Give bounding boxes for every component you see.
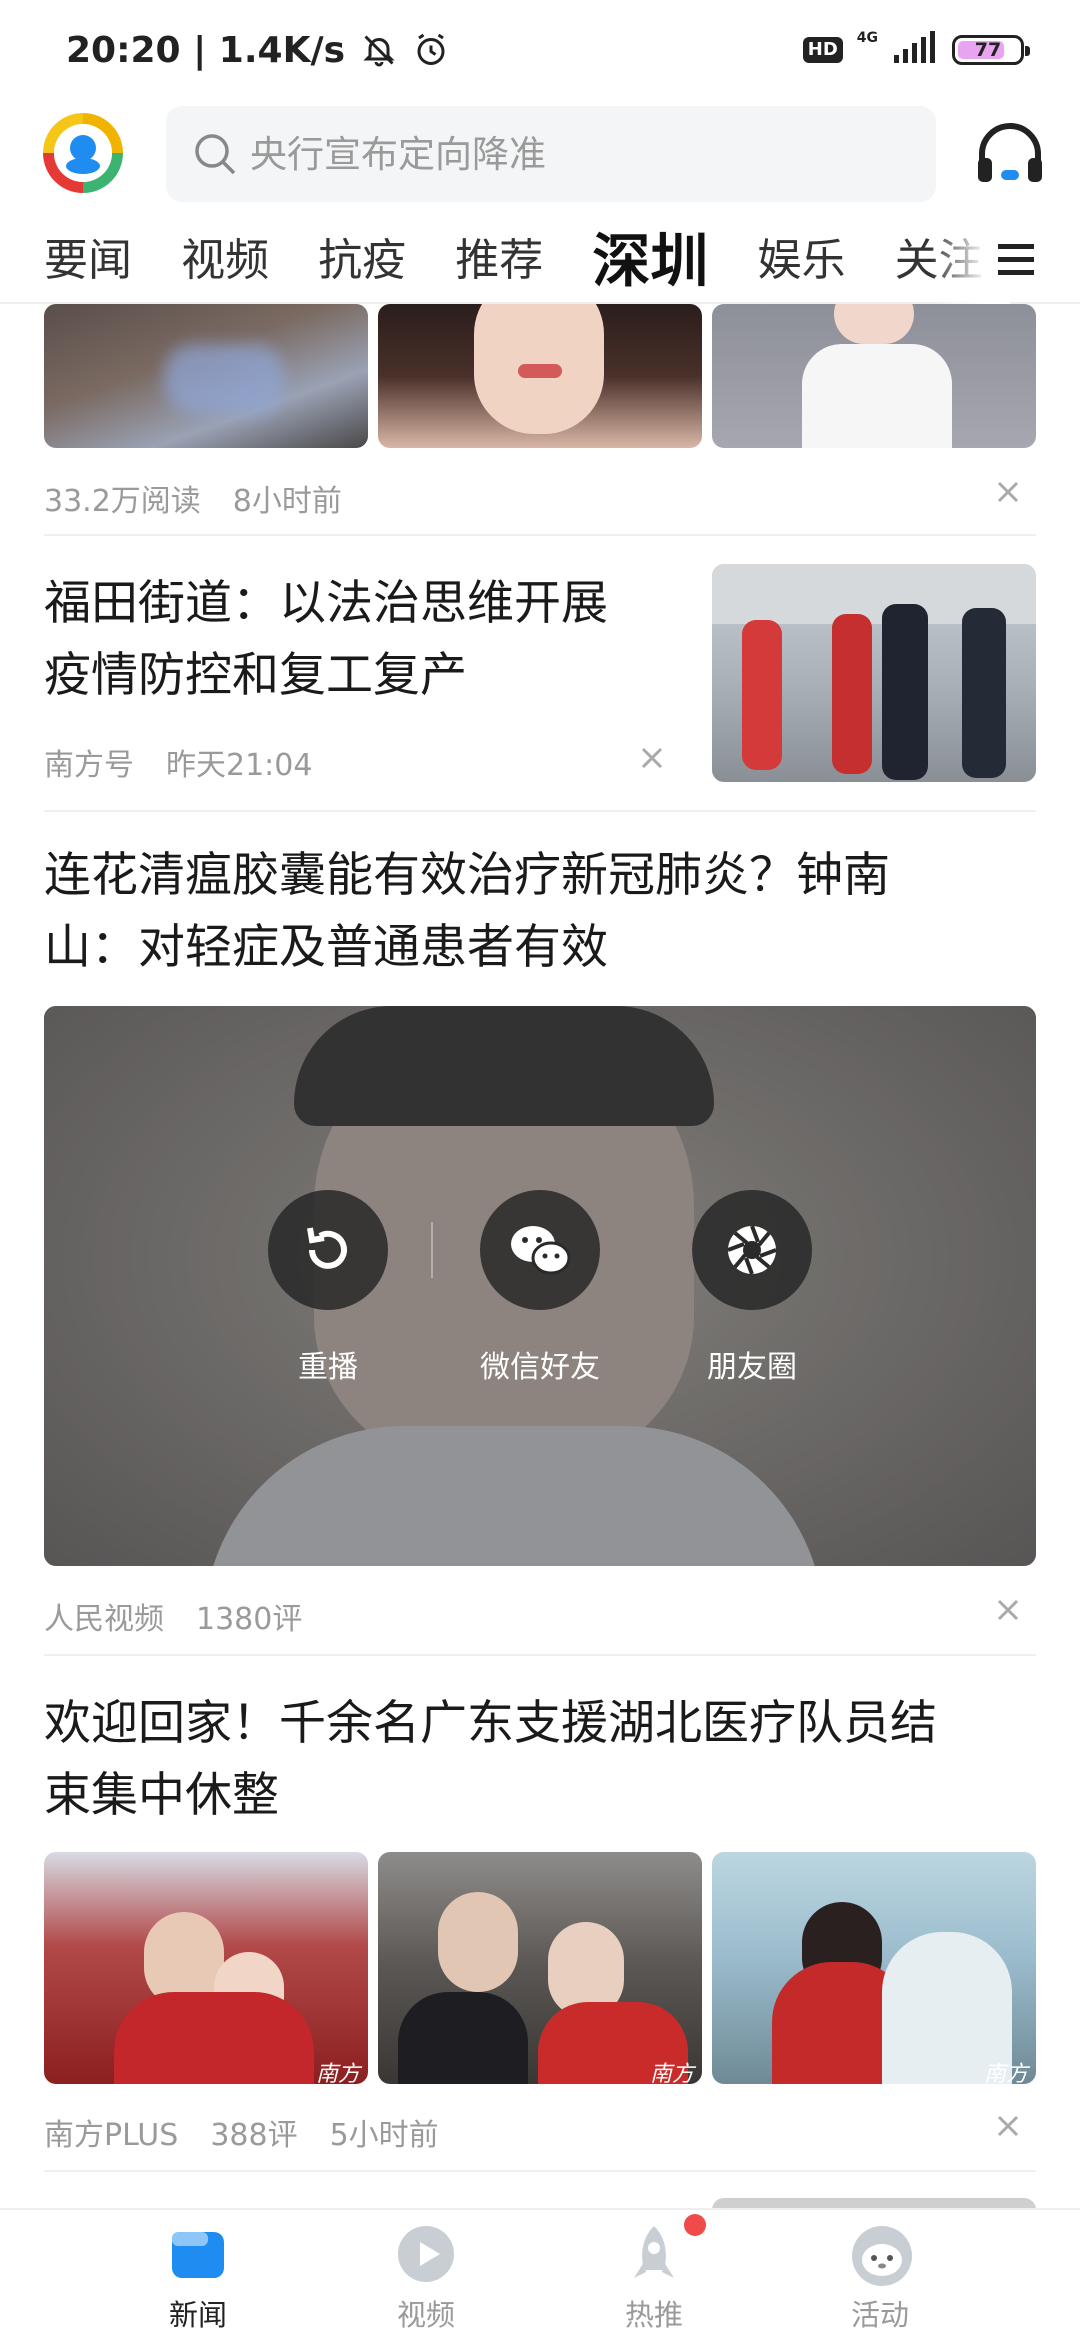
bottom-navigation: 新闻 视频 热推 活动 xyxy=(0,2208,1080,2340)
headphone-icon[interactable] xyxy=(974,118,1046,190)
alarm-icon xyxy=(413,32,449,68)
item1-image-1[interactable] xyxy=(44,304,368,448)
item4-time: 5小时前 xyxy=(329,2118,439,2153)
nav-activity-label: 活动 xyxy=(850,2298,909,2332)
moments-label: 朋友圈 xyxy=(707,1350,797,1385)
nav-hot[interactable]: 热推 xyxy=(574,2210,734,2340)
divider xyxy=(44,810,1036,812)
item2-title-line2: 疫情防控和复工复产 xyxy=(44,648,467,703)
item1-image-3[interactable] xyxy=(712,304,1036,448)
item4-image-2-watermark: 南方+ xyxy=(650,2062,695,2084)
nav-video-label: 视频 xyxy=(396,2298,455,2332)
share-separator xyxy=(431,1222,433,1278)
divider xyxy=(44,1654,1036,1656)
tab-strip: 要闻 视频 抗疫 推荐 深圳 娱乐 关注 xyxy=(44,218,994,304)
nav-video[interactable]: 视频 xyxy=(346,2210,506,2340)
item4-meta: 南方PLUS 388评 5小时前 xyxy=(44,2110,471,2154)
tab-antiepidemic[interactable]: 抗疫 xyxy=(318,218,406,304)
battery-icon: 77 xyxy=(952,35,1030,65)
item1-reads: 33.2万阅读 xyxy=(44,484,201,519)
nav-news-label: 新闻 xyxy=(168,2298,227,2332)
hot-badge-dot xyxy=(684,2214,706,2236)
search-input[interactable] xyxy=(250,132,910,176)
news-feed: 33.2万阅读 8小时前 福田街道：以法治思维开展 疫情防控和复工复产 南方号 昨天… xyxy=(0,304,1080,2208)
time-and-speed: 20:20 | 1.4K/s xyxy=(66,29,346,71)
item3-dismiss-icon[interactable] xyxy=(994,1596,1022,1624)
item4-source: 南方PLUS xyxy=(44,2118,179,2153)
item3-comments: 1380评 xyxy=(196,1602,303,1637)
item1-time: 8小时前 xyxy=(232,484,342,519)
item4-image-1[interactable]: 南方+ xyxy=(44,1852,368,2084)
tab-yaowen[interactable]: 要闻 xyxy=(44,218,132,304)
status-bar: 20:20 | 1.4K/s HD 4G 77 xyxy=(0,0,1080,100)
item2-dismiss-icon[interactable] xyxy=(638,744,666,772)
item4-title-line1: 欢迎回家！千余名广东支援湖北医疗队员结 xyxy=(44,1696,937,1751)
item1-dismiss-icon[interactable] xyxy=(994,478,1022,506)
wechat-friends-label: 微信好友 xyxy=(480,1350,600,1385)
share-moments-button[interactable] xyxy=(692,1190,812,1310)
mute-bell-icon xyxy=(361,32,397,68)
status-left: 20:20 | 1.4K/s xyxy=(66,26,449,74)
item4-image-1-watermark: 南方+ xyxy=(316,2062,361,2084)
divider xyxy=(44,534,1036,536)
replay-label: 重播 xyxy=(298,1350,358,1385)
item4-title-line2: 束集中休整 xyxy=(44,1768,279,1823)
nav-news[interactable]: 新闻 xyxy=(118,2210,278,2340)
item3-title[interactable]: 连花清瘟胶囊能有效治疗新冠肺炎？钟南 山：对轻症及普通患者有效 xyxy=(44,840,1024,984)
item2-time: 昨天21:04 xyxy=(166,748,313,783)
rocket-icon xyxy=(624,2224,684,2284)
item4-comments: 388评 xyxy=(210,2118,298,2153)
battery-level: 77 xyxy=(974,39,1002,61)
item4-title[interactable]: 欢迎回家！千余名广东支援湖北医疗队员结 束集中休整 xyxy=(44,1688,1044,1832)
item2-image[interactable] xyxy=(712,564,1036,782)
item3-source: 人民视频 xyxy=(44,1602,164,1637)
item2-title-line1: 福田街道：以法治思维开展 xyxy=(44,576,608,631)
next-item-image-peek[interactable] xyxy=(712,2198,1036,2208)
channel-tabs: 要闻 视频 抗疫 推荐 深圳 娱乐 关注 xyxy=(0,218,1080,304)
tab-entertainment[interactable]: 娱乐 xyxy=(757,218,845,304)
item3-video-player[interactable]: 重播 微信好友 朋友圈 xyxy=(44,1006,1036,1566)
status-right: HD 4G 77 xyxy=(802,28,1030,72)
replay-button[interactable] xyxy=(268,1190,388,1310)
item4-dismiss-icon[interactable] xyxy=(994,2112,1022,2140)
nav-activity[interactable]: 活动 xyxy=(800,2210,960,2340)
item1-meta: 33.2万阅读 8小时前 xyxy=(44,476,374,520)
nav-hot-label: 热推 xyxy=(624,2298,683,2332)
item3-meta: 人民视频 1380评 xyxy=(44,1594,334,1638)
item2-title[interactable]: 福田街道：以法治思维开展 疫情防控和复工复产 xyxy=(44,568,684,712)
search-bar[interactable] xyxy=(166,106,936,202)
item3-title-line1: 连花清瘟胶囊能有效治疗新冠肺炎？钟南 xyxy=(44,848,890,903)
app-logo[interactable] xyxy=(40,110,126,196)
tab-shenzhen[interactable]: 深圳 xyxy=(592,218,708,304)
item1-image-2[interactable] xyxy=(378,304,702,448)
tab-recommend[interactable]: 推荐 xyxy=(455,218,543,304)
item4-image-3-watermark: 南方+ xyxy=(984,2062,1029,2084)
tab-video[interactable]: 视频 xyxy=(181,218,269,304)
search-icon xyxy=(192,131,238,177)
item4-image-2[interactable]: 南方+ xyxy=(378,1852,702,2084)
item2-meta: 南方号 昨天21:04 xyxy=(44,740,344,784)
item4-image-3[interactable]: 南方+ xyxy=(712,1852,1036,2084)
network-type: 4G xyxy=(856,30,878,46)
video-play-icon xyxy=(396,2224,456,2284)
share-wechat-button[interactable] xyxy=(480,1190,600,1310)
signal-icon xyxy=(892,31,938,69)
news-icon xyxy=(168,2224,228,2284)
item3-title-line2: 山：对轻症及普通患者有效 xyxy=(44,920,608,975)
hd-badge: HD xyxy=(802,37,843,63)
divider xyxy=(44,2170,1036,2172)
activity-avatar-icon xyxy=(850,2224,912,2286)
menu-icon[interactable] xyxy=(994,240,1038,280)
item2-source: 南方号 xyxy=(44,748,134,783)
